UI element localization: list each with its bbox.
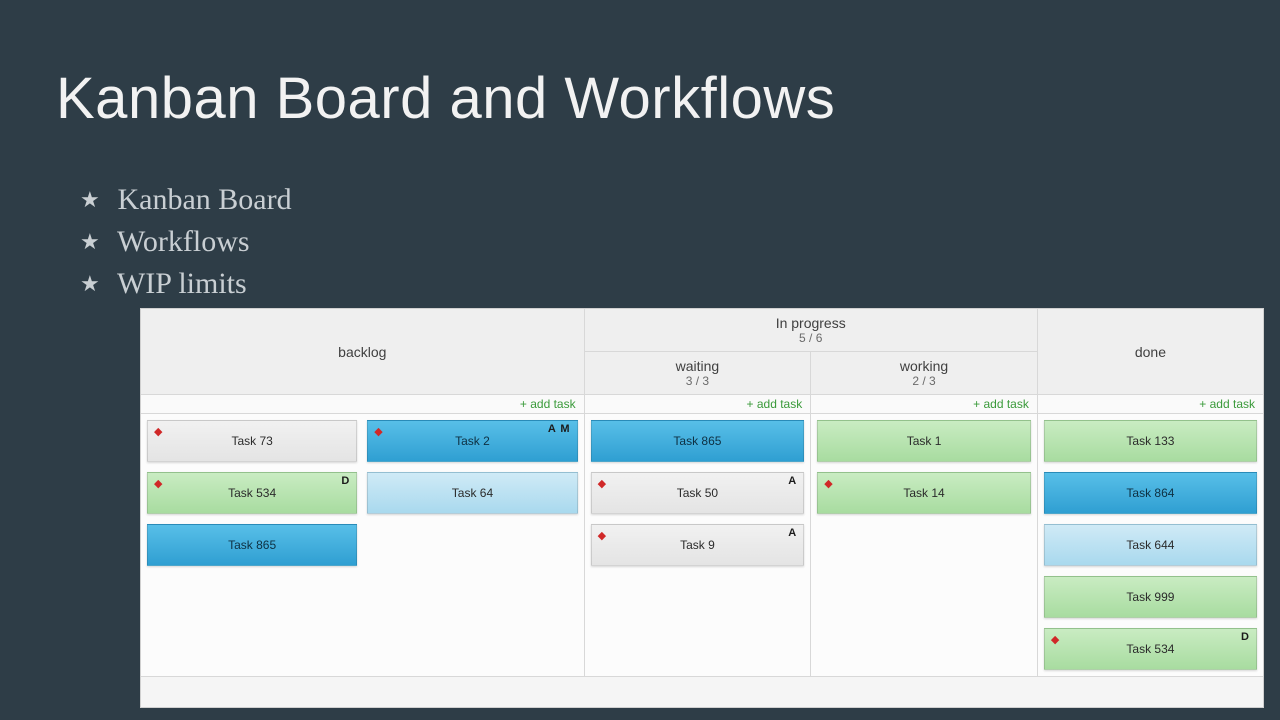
column-title: In progress [585, 315, 1037, 331]
task-card[interactable]: Task 1 [817, 420, 1031, 462]
add-task-cell: + add task [811, 395, 1038, 414]
pin-icon: ◆ [374, 425, 382, 438]
card-tag: D [1241, 631, 1250, 643]
card-tag: D [341, 475, 350, 487]
card-label: Task 2 [455, 434, 490, 448]
add-task-cell: + add task [141, 395, 584, 414]
task-card[interactable]: ◆ A Task 50 [591, 472, 805, 514]
bullet-item: ★ Kanban Board [80, 183, 292, 217]
column-body-backlog: ◆ Task 73 ◆ A M Task 2 ◆ D Task 534 Task 64 Task … [141, 414, 584, 677]
column-title: done [1038, 344, 1263, 360]
card-tag: A [788, 527, 797, 539]
task-card[interactable]: Task 64 [367, 472, 577, 514]
slide: Kanban Board and Workflows ★ Kanban Boar… [0, 0, 1280, 720]
card-label: Task 73 [231, 434, 272, 448]
add-task-button[interactable]: + add task [1199, 397, 1255, 411]
pin-icon: ◆ [1051, 633, 1059, 646]
column-body-waiting: Task 865 ◆ A Task 50 ◆ A Task 9 [584, 414, 811, 677]
card-label: Task 64 [452, 486, 493, 500]
column-title: working [811, 358, 1037, 374]
pin-icon: ◆ [154, 477, 162, 490]
add-task-button[interactable]: + add task [747, 397, 803, 411]
add-task-button[interactable]: + add task [973, 397, 1029, 411]
card-tag: A M [548, 423, 571, 435]
task-card[interactable]: Task 133 [1044, 420, 1257, 462]
card-label: Task 133 [1126, 434, 1174, 448]
task-card[interactable]: Task 864 [1044, 472, 1257, 514]
card-label: Task 864 [1126, 486, 1174, 500]
bullet-list: ★ Kanban Board ★ Workflows ★ WIP limits [80, 175, 292, 309]
card-label: Task 865 [673, 434, 721, 448]
column-body-done: Task 133 Task 864 Task 644 Task 999 ◆ D Task 5… [1037, 414, 1263, 677]
task-card[interactable]: ◆ D Task 534 [1044, 628, 1257, 670]
task-card[interactable]: ◆ Task 14 [817, 472, 1031, 514]
bullet-item: ★ WIP limits [80, 267, 292, 301]
add-task-button[interactable]: + add task [520, 397, 576, 411]
bullet-text: Kanban Board [118, 183, 292, 216]
kanban-board: backlog In progress 5 / 6 done waiting 3… [140, 308, 1264, 708]
task-card[interactable]: Task 999 [1044, 576, 1257, 618]
task-card[interactable]: ◆ A M Task 2 [367, 420, 577, 462]
pin-icon: ◆ [598, 477, 606, 490]
task-card[interactable]: ◆ D Task 534 [147, 472, 357, 514]
card-label: Task 865 [228, 538, 276, 552]
add-task-cell: + add task [1037, 395, 1263, 414]
column-header-in-progress: In progress 5 / 6 [584, 309, 1037, 352]
add-task-cell: + add task [584, 395, 811, 414]
card-label: Task 50 [677, 486, 718, 500]
card-label: Task 9 [680, 538, 715, 552]
column-body-working: Task 1 ◆ Task 14 [811, 414, 1038, 677]
card-label: Task 14 [903, 486, 944, 500]
column-header-done: done [1037, 309, 1263, 395]
card-label: Task 534 [1126, 642, 1174, 656]
column-header-backlog: backlog [141, 309, 584, 395]
card-tag: A [788, 475, 797, 487]
card-label: Task 534 [228, 486, 276, 500]
card-label: Task 999 [1126, 590, 1174, 604]
column-title: waiting [585, 358, 811, 374]
card-label: Task 1 [907, 434, 942, 448]
slide-title: Kanban Board and Workflows [56, 65, 835, 132]
card-label: Task 644 [1126, 538, 1174, 552]
wip-count: 2 / 3 [811, 374, 1037, 388]
column-title: backlog [141, 344, 584, 360]
wip-count: 3 / 3 [585, 374, 811, 388]
pin-icon: ◆ [824, 477, 832, 490]
task-card[interactable]: Task 865 [591, 420, 805, 462]
bullet-item: ★ Workflows [80, 225, 292, 259]
star-icon: ★ [80, 187, 110, 213]
wip-count: 5 / 6 [585, 331, 1037, 345]
task-card[interactable]: Task 865 [147, 524, 357, 566]
task-card[interactable]: Task 644 [1044, 524, 1257, 566]
column-header-working: working 2 / 3 [811, 352, 1038, 395]
star-icon: ★ [80, 271, 110, 297]
pin-icon: ◆ [598, 529, 606, 542]
task-card[interactable]: ◆ A Task 9 [591, 524, 805, 566]
star-icon: ★ [80, 229, 110, 255]
bullet-text: Workflows [117, 225, 250, 258]
column-header-waiting: waiting 3 / 3 [584, 352, 811, 395]
task-card[interactable]: ◆ Task 73 [147, 420, 357, 462]
bullet-text: WIP limits [117, 267, 247, 300]
pin-icon: ◆ [154, 425, 162, 438]
